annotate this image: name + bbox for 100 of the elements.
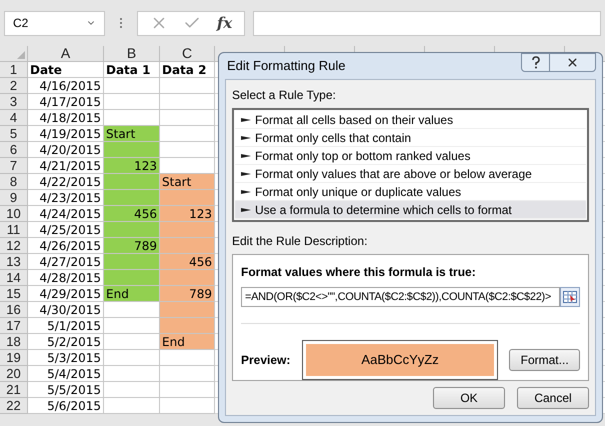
row-header[interactable]: 14 (0, 270, 28, 286)
table-cell: 4/18/2015 (28, 110, 104, 126)
table-cell (104, 94, 160, 110)
column-header[interactable]: A (28, 46, 104, 62)
table-cell: Data 1 (104, 62, 160, 78)
format-button[interactable]: Format... (509, 349, 580, 371)
row-header[interactable]: 21 (0, 382, 28, 398)
table-cell: 4/23/2015 (28, 190, 104, 206)
row-header[interactable]: 18 (0, 334, 28, 350)
table-cell (160, 78, 215, 94)
close-icon (566, 56, 579, 69)
row-header[interactable]: 9 (0, 190, 28, 206)
arrow-icon (241, 152, 251, 158)
name-box[interactable]: C2 (4, 10, 105, 36)
table-cell (104, 318, 160, 334)
insert-function-button[interactable]: fx (216, 12, 232, 34)
table-cell: 4/19/2015 (28, 126, 104, 142)
table-cell: End (160, 334, 215, 350)
table-cell: 4/24/2015 (28, 206, 104, 222)
row-header[interactable]: 1 (0, 62, 28, 78)
table-cell (160, 158, 215, 174)
table-cell: 5/5/2015 (28, 382, 104, 398)
table-cell: Start (160, 174, 215, 190)
help-icon (530, 56, 540, 69)
table-cell: 4/20/2015 (28, 142, 104, 158)
table-cell (160, 350, 215, 366)
row-header[interactable]: 11 (0, 222, 28, 238)
formula-input[interactable] (253, 10, 601, 36)
table-cell: 789 (104, 238, 160, 254)
section-label: Select a Rule Type: (232, 87, 336, 104)
table-cell: 4/26/2015 (28, 238, 104, 254)
table-cell: Data 2 (160, 62, 215, 78)
row-header[interactable]: 10 (0, 206, 28, 222)
preview-text: AaBbCcYyZz (361, 351, 439, 370)
section-label: Edit the Rule Description: (232, 233, 368, 250)
table-cell (104, 350, 160, 366)
rule-type-item[interactable]: Use a formula to determine which cells to format (235, 201, 586, 219)
table-cell: 4/17/2015 (28, 94, 104, 110)
preview-label: Preview: (241, 352, 292, 369)
table-cell: 5/3/2015 (28, 350, 104, 366)
table-cell (104, 382, 160, 398)
table-cell: 4/29/2015 (28, 286, 104, 302)
table-cell: 789 (160, 286, 215, 302)
table-cell (160, 94, 215, 110)
row-header[interactable]: 17 (0, 318, 28, 334)
table-cell (160, 366, 215, 382)
row-header[interactable]: 22 (0, 398, 28, 414)
table-cell: 4/28/2015 (28, 270, 104, 286)
table-cell (104, 366, 160, 382)
row-header[interactable]: 7 (0, 158, 28, 174)
row-header[interactable]: 2 (0, 78, 28, 94)
table-cell: 4/30/2015 (28, 302, 104, 318)
arrow-icon (241, 188, 251, 194)
table-cell: 4/27/2015 (28, 254, 104, 270)
row-header[interactable]: 8 (0, 174, 28, 190)
table-cell: 5/6/2015 (28, 398, 104, 414)
table-cell (104, 302, 160, 318)
row-header[interactable]: 4 (0, 110, 28, 126)
row-header[interactable]: 5 (0, 126, 28, 142)
row-header[interactable]: 20 (0, 366, 28, 382)
column-header[interactable]: B (104, 46, 160, 62)
table-cell (104, 110, 160, 126)
formula-field[interactable]: =AND(OR($C2<>"",COUNTA($C2:$C$2)),COUNTA($C2:$C$22)> (241, 287, 560, 307)
row-header[interactable]: 19 (0, 350, 28, 366)
table-cell: 123 (160, 206, 215, 222)
formula-label: Format values where this formula is true: (241, 264, 476, 281)
row-header[interactable]: 15 (0, 286, 28, 302)
row-header[interactable]: 3 (0, 94, 28, 110)
table-cell (104, 78, 160, 94)
row-header[interactable]: 16 (0, 302, 28, 318)
collapse-dialog-button[interactable] (560, 287, 580, 307)
table-cell: 4/22/2015 (28, 174, 104, 190)
table-cell: 5/4/2015 (28, 366, 104, 382)
table-cell (104, 398, 160, 414)
ok-button[interactable]: OK (433, 387, 505, 409)
arrow-icon (241, 134, 251, 140)
row-header[interactable]: 13 (0, 254, 28, 270)
cancel-button[interactable]: Cancel (517, 387, 589, 409)
table-cell (104, 334, 160, 350)
row-header[interactable]: 12 (0, 238, 28, 254)
table-cell: Start (104, 126, 160, 142)
arrow-icon (241, 116, 251, 122)
arrow-icon (241, 170, 251, 176)
table-cell (160, 398, 215, 414)
table-cell: 456 (160, 254, 215, 270)
table-cell: 4/25/2015 (28, 222, 104, 238)
table-cell: End (104, 286, 160, 302)
table-cell (160, 142, 215, 158)
column-header[interactable]: C (160, 46, 215, 62)
grid-range-icon (563, 291, 577, 303)
row-header[interactable]: 6 (0, 142, 28, 158)
help-button[interactable] (521, 53, 550, 72)
table-cell: Date (28, 62, 104, 78)
close-button[interactable] (550, 53, 596, 72)
table-cell (160, 382, 215, 398)
table-cell (160, 110, 215, 126)
more-options-icon[interactable] (119, 17, 123, 29)
arrow-icon (241, 206, 251, 212)
table-cell: 5/1/2015 (28, 318, 104, 334)
table-cell: 456 (104, 206, 160, 222)
